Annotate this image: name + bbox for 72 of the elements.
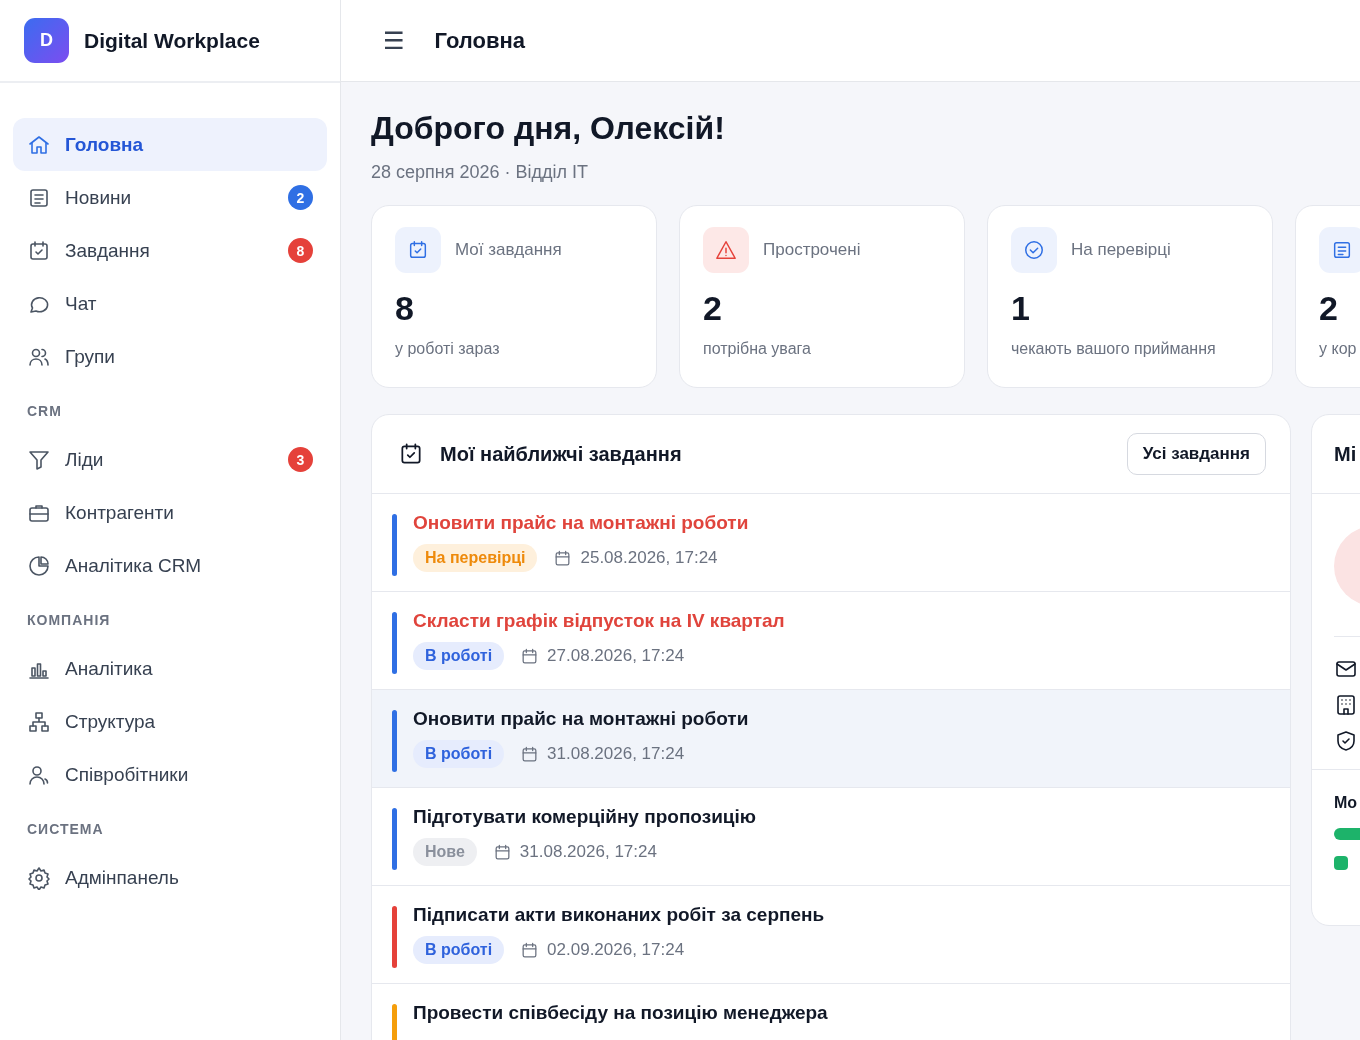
count-badge: 2 bbox=[288, 185, 313, 210]
card-title: Мої найближчі завдання bbox=[440, 442, 683, 466]
calendar-check-icon bbox=[398, 441, 424, 467]
task-row[interactable]: Оновити прайс на монтажні роботи На перевірці 25.08.2026, 17:24 bbox=[372, 494, 1290, 592]
status-badge: В роботі bbox=[413, 740, 505, 768]
due-date: 27.08.2026, 17:24 bbox=[547, 646, 685, 666]
task-title: Підписати акти виконаних робіт за серпень bbox=[413, 904, 825, 926]
task-title: Підготувати комерційну пропозицію bbox=[413, 806, 757, 828]
gear-icon bbox=[27, 865, 51, 890]
stat-caption: у кор bbox=[1319, 340, 1358, 358]
sidebar-item[interactable]: Аналітика CRM bbox=[13, 539, 327, 592]
sidebar-item[interactable]: Головна bbox=[13, 118, 327, 171]
task-title: Оновити прайс на монтажні роботи bbox=[413, 708, 749, 730]
section-label: КОМПАНІЯ bbox=[26, 611, 112, 630]
section-label: СИСТЕМА bbox=[26, 820, 105, 839]
section-title: Mo bbox=[1334, 794, 1359, 812]
task-title: Скласти графік відпусток на IV квартал bbox=[413, 610, 785, 632]
stat-value: 1 bbox=[1011, 289, 1031, 328]
calendar-check-icon-glyph bbox=[407, 239, 429, 261]
greeting-subtitle: 28 серпня 2026 · Відділ IT bbox=[371, 162, 590, 183]
sidebar-item[interactable]: Співробітники bbox=[13, 748, 327, 801]
status-badge: На перевірці bbox=[413, 544, 538, 572]
stat-label: Прострочені bbox=[763, 240, 861, 260]
hierarchy-icon bbox=[27, 709, 51, 734]
due-date: 31.08.2026, 17:24 bbox=[547, 744, 685, 764]
legend-swatch bbox=[1334, 856, 1348, 870]
stat-value: 8 bbox=[395, 289, 415, 328]
task-row[interactable]: Провести співбесіду на позицію менеджера bbox=[372, 984, 1290, 1040]
all-tasks-button[interactable]: Усі завдання bbox=[1126, 433, 1266, 475]
calendar-check-icon bbox=[27, 238, 51, 263]
due-date: 31.08.2026, 17:24 bbox=[519, 842, 657, 862]
pie-chart-icon bbox=[27, 553, 51, 578]
status-badge: В роботі bbox=[413, 936, 505, 964]
warning-icon-glyph bbox=[715, 239, 737, 261]
count-badge: 8 bbox=[288, 238, 313, 263]
sidebar-item[interactable]: Чат bbox=[13, 277, 327, 330]
check-circle-icon-glyph bbox=[1023, 239, 1045, 261]
sidebar-item[interactable]: Адмінпанель bbox=[13, 851, 327, 904]
due-date: 25.08.2026, 17:24 bbox=[580, 548, 718, 568]
task-row[interactable]: Оновити прайс на монтажні роботи В роботі 31.08.2026, 17:24 bbox=[372, 690, 1290, 788]
sidebar-item[interactable]: Групи bbox=[13, 330, 327, 383]
status-badge: Нове bbox=[413, 838, 477, 866]
section-label: CRM bbox=[26, 402, 63, 421]
task-row[interactable]: Підготувати комерційну пропозицію Нове 31.08.2026, 17:24 bbox=[372, 788, 1290, 886]
stat-value: 2 bbox=[703, 289, 723, 328]
document-icon-glyph bbox=[1331, 239, 1353, 261]
menu-button[interactable]: ☰ bbox=[383, 26, 405, 55]
app-name: Digital Workplace bbox=[84, 28, 260, 53]
sidebar-item[interactable]: Ліди 3 bbox=[13, 433, 327, 486]
shield-check-icon bbox=[1334, 729, 1358, 753]
greeting-title: Доброго дня, Олексій! bbox=[371, 110, 726, 147]
sidebar-item[interactable]: Новини 2 bbox=[13, 171, 327, 224]
task-title: Провести співбесіду на позицію менеджера bbox=[413, 1002, 828, 1024]
page-title: Головна bbox=[434, 27, 525, 54]
sidebar-item[interactable]: Завдання 8 bbox=[13, 224, 327, 277]
sidebar-item[interactable]: Структура bbox=[13, 695, 327, 748]
stat-label: На перевірці bbox=[1071, 240, 1171, 260]
stat-label: Мої завдання bbox=[455, 240, 562, 260]
card-title: Mi bbox=[1334, 442, 1357, 466]
logo: D bbox=[24, 18, 69, 63]
stat-caption: потрібна увага bbox=[703, 340, 812, 358]
count-badge: 3 bbox=[288, 447, 313, 472]
sidebar-item[interactable]: Аналітика bbox=[13, 642, 327, 695]
due-date: 02.09.2026, 17:24 bbox=[547, 940, 685, 960]
sidebar-item[interactable]: Контрагенти bbox=[13, 486, 327, 539]
building-icon bbox=[1334, 693, 1358, 717]
stat-caption: чекають вашого приймання bbox=[1011, 340, 1217, 358]
status-badge: В роботі bbox=[413, 642, 505, 670]
task-row[interactable]: Підписати акти виконаних робіт за серпень В роботі 02.09.2026, 17:24 bbox=[372, 886, 1290, 984]
task-title: Оновити прайс на монтажні роботи bbox=[413, 512, 749, 534]
stat-caption: у роботі зараз bbox=[395, 340, 501, 358]
stat-value: 2 bbox=[1319, 289, 1339, 328]
